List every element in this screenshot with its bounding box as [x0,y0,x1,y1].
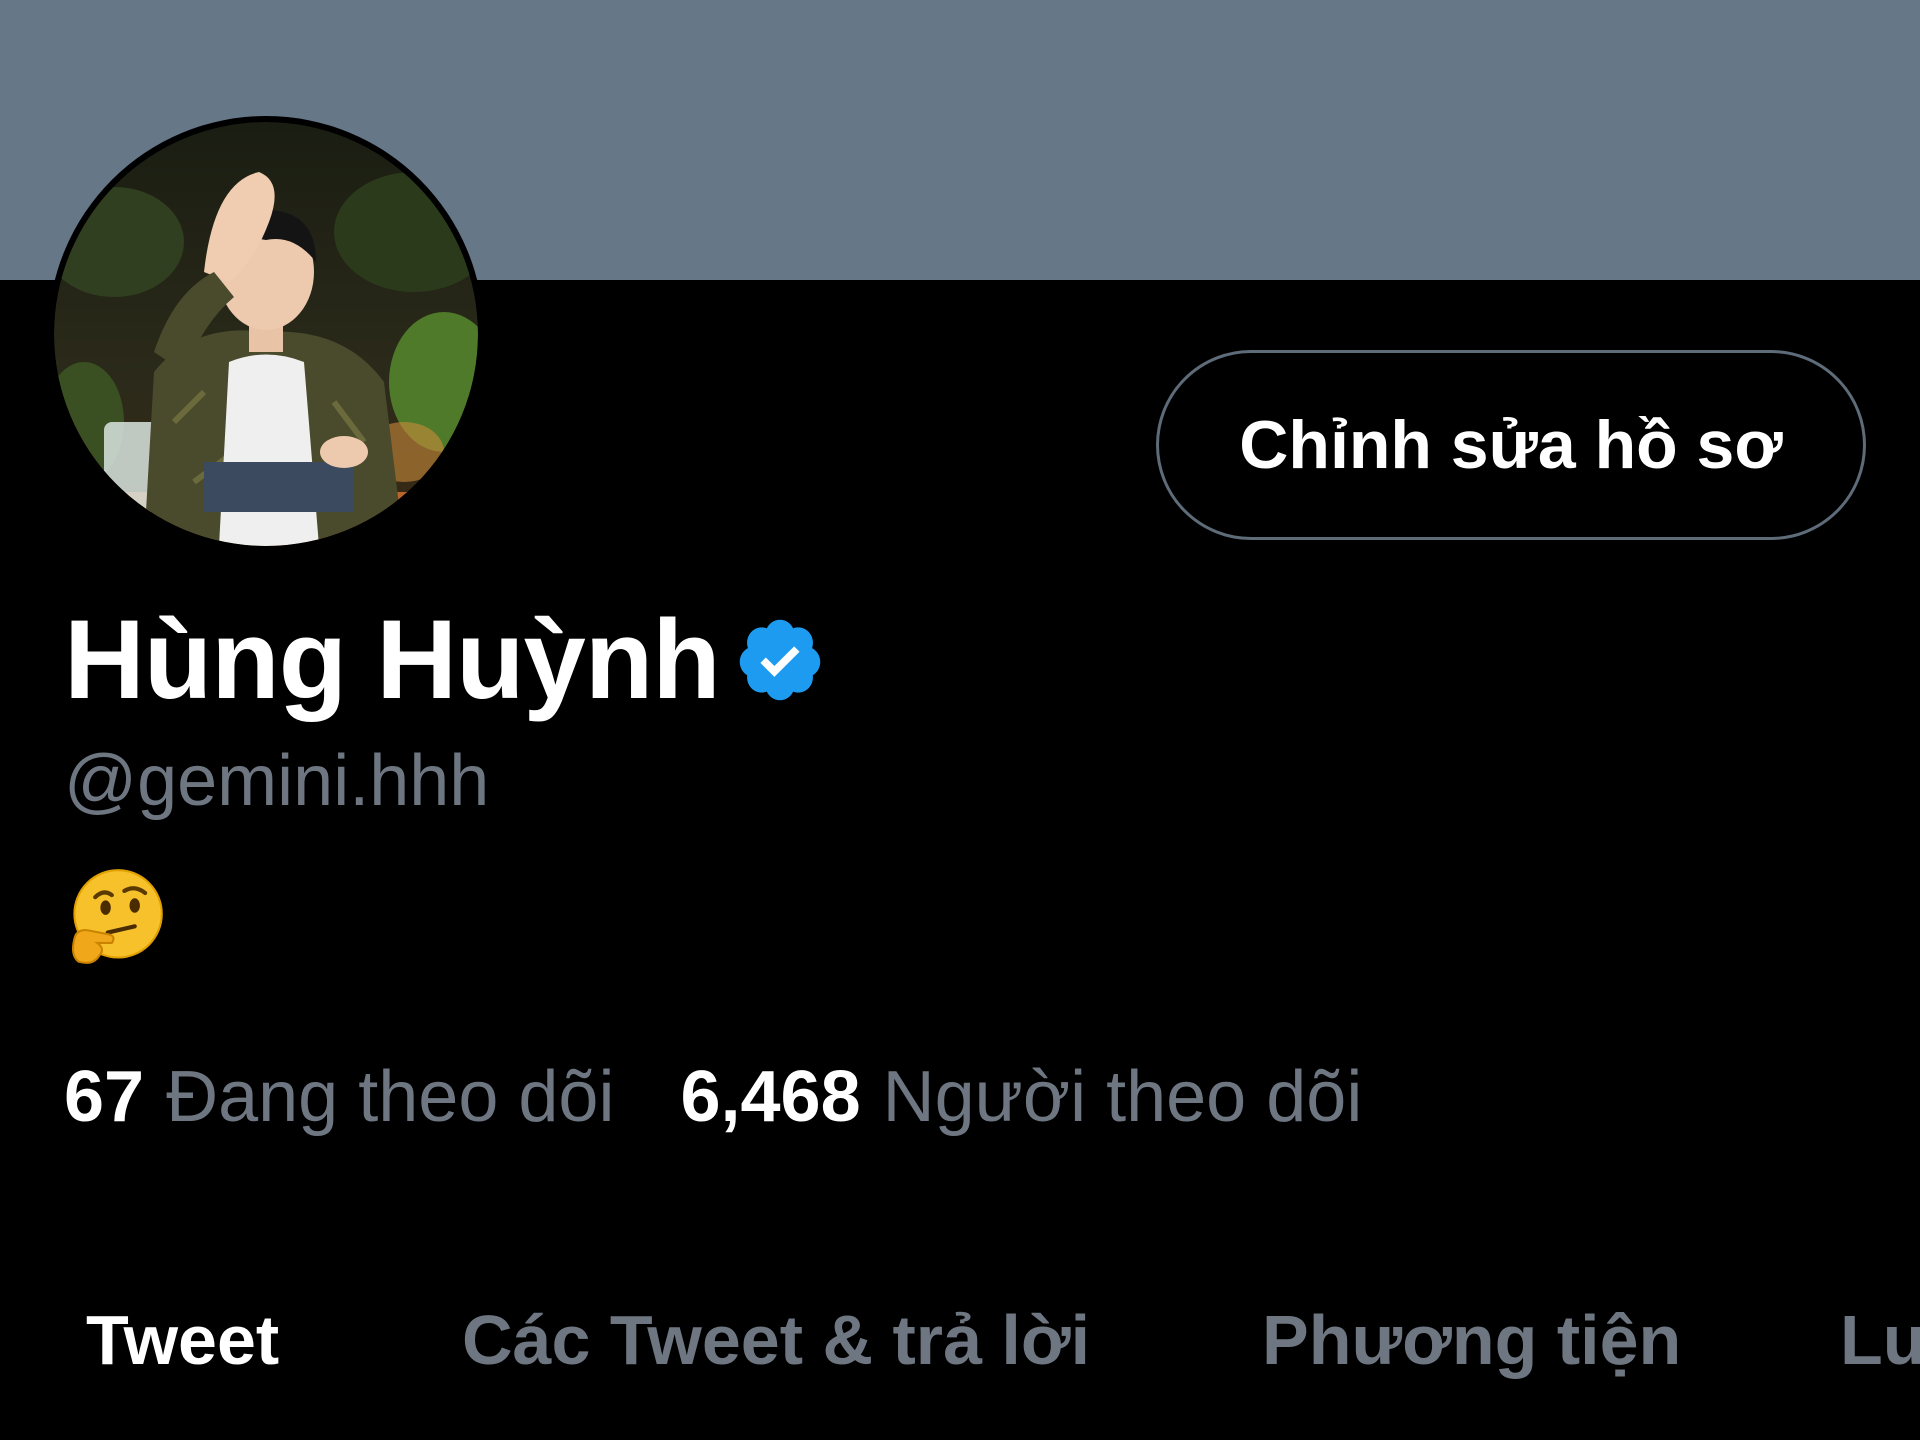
followers-count: 6,468 [680,1057,861,1137]
profile-tabs: Tweet Các Tweet & trả lời Phương tiện Lu [0,1300,1920,1410]
name-row: Hùng Huỳnh [64,600,826,720]
followers-stat[interactable]: 6,468 Người theo dõi [680,1056,1362,1138]
thinking-face-icon [71,869,163,964]
avatar-photo [54,122,478,546]
tab-tweets-and-replies[interactable]: Các Tweet & trả lời [462,1300,1090,1380]
verified-badge-icon[interactable] [734,614,826,706]
tab-media[interactable]: Phương tiện [1262,1300,1681,1380]
username-handle: @gemini.hhh [64,741,490,821]
tab-likes[interactable]: Lu [1840,1300,1920,1380]
avatar[interactable] [48,116,484,552]
tab-tweets[interactable]: Tweet [86,1300,279,1380]
profile-stats: 67 Đang theo dõi 6,468 Người theo dõi [64,1056,1428,1138]
edit-profile-button[interactable]: Chỉnh sửa hồ sơ [1156,350,1866,540]
following-stat[interactable]: 67 Đang theo dõi [64,1056,614,1138]
display-name: Hùng Huỳnh [64,597,721,722]
following-label: Đang theo dõi [166,1057,615,1137]
following-count: 67 [64,1057,145,1137]
followers-label: Người theo dõi [882,1057,1363,1137]
